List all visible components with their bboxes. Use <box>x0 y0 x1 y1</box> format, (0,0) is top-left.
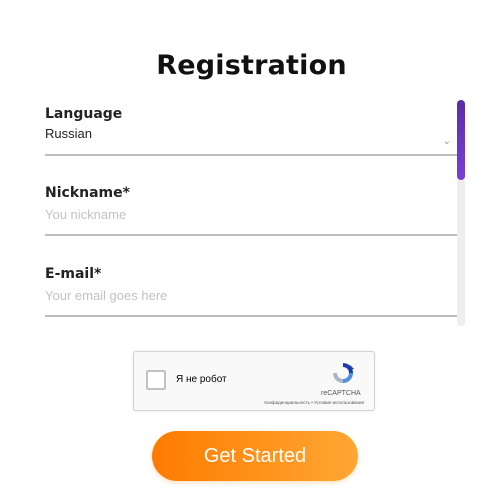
email-input[interactable]: Your email goes here <box>45 288 167 303</box>
scrollbar-thumb[interactable] <box>457 100 465 180</box>
recaptcha-brand: reCAPTCHA <box>321 390 361 397</box>
nickname-input[interactable]: You nickname <box>45 207 126 222</box>
nickname-label: Nickname* <box>45 185 130 201</box>
registration-form: Language Russian ⌄ Nickname* You nicknam… <box>45 100 457 326</box>
nickname-underline <box>45 234 457 236</box>
language-select-value[interactable]: Russian <box>45 126 92 141</box>
page-title: Registration <box>156 50 347 81</box>
email-underline <box>45 315 457 317</box>
captcha-checkbox[interactable] <box>146 370 166 390</box>
recaptcha-logo-icon <box>333 363 354 383</box>
get-started-button[interactable]: Get Started <box>152 431 358 481</box>
chevron-down-icon[interactable]: ⌄ <box>443 136 451 147</box>
recaptcha-privacy-links[interactable]: Конфиденциальность • Условия использован… <box>264 400 364 405</box>
recaptcha-widget: Я не робот reCAPTCHA Конфиденциальность … <box>133 351 375 411</box>
form-scrollbar[interactable] <box>457 100 465 326</box>
language-underline <box>45 154 457 156</box>
language-label: Language <box>45 106 123 122</box>
email-label: E-mail* <box>45 266 102 282</box>
captcha-label: Я не робот <box>176 374 227 385</box>
